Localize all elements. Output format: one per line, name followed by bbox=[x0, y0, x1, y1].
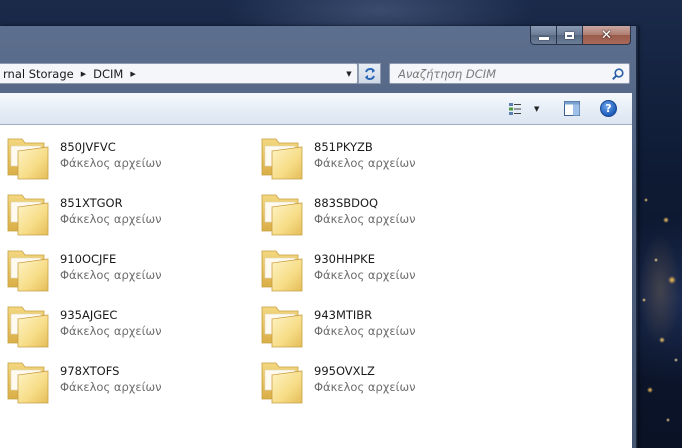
folder-icon bbox=[261, 250, 303, 292]
preview-pane-icon[interactable] bbox=[564, 101, 580, 116]
search-box[interactable] bbox=[389, 63, 630, 84]
folder-icon bbox=[7, 138, 49, 180]
folder-icon bbox=[261, 362, 303, 404]
folder-name: 910OCJFE bbox=[60, 252, 117, 266]
folder-item[interactable]: 935AJGEC Φάκελος αρχείων bbox=[4, 301, 162, 349]
view-dropdown-icon[interactable]: ▼ bbox=[534, 105, 539, 113]
address-history-dropdown-icon[interactable]: ▼ bbox=[341, 64, 357, 83]
folder-type: Φάκελος αρχείων bbox=[60, 212, 162, 226]
minimize-icon bbox=[538, 36, 549, 40]
folder-item[interactable]: 943MTIBR Φάκελος αρχείων bbox=[258, 301, 416, 349]
breadcrumb-separator-icon[interactable]: ▶ bbox=[126, 70, 139, 78]
folder-type: Φάκελος αρχείων bbox=[314, 212, 416, 226]
folder-icon bbox=[7, 250, 49, 292]
folder-item[interactable]: 910OCJFE Φάκελος αρχείων bbox=[4, 245, 162, 293]
desktop-city-lights bbox=[636, 160, 682, 448]
folder-name: 995OVXLZ bbox=[314, 364, 375, 378]
folder-type: Φάκελος αρχείων bbox=[314, 380, 416, 394]
folder-icon bbox=[7, 194, 49, 236]
command-bar: ▼ ? bbox=[0, 93, 632, 125]
folder-icon bbox=[261, 138, 303, 180]
breadcrumb-dcim[interactable]: DCIM bbox=[90, 67, 126, 81]
folder-item[interactable]: 883SBDOQ Φάκελος αρχείων bbox=[258, 189, 416, 237]
help-icon: ? bbox=[605, 102, 612, 115]
folder-type: Φάκελος αρχείων bbox=[314, 156, 416, 170]
close-icon: ✕ bbox=[601, 27, 612, 43]
help-button[interactable]: ? bbox=[600, 100, 617, 117]
folder-item[interactable]: 978XTOFS Φάκελος αρχείων bbox=[4, 357, 162, 405]
breadcrumb-separator-icon[interactable]: ▶ bbox=[77, 70, 90, 78]
close-button[interactable]: ✕ bbox=[583, 26, 631, 45]
folder-type: Φάκελος αρχείων bbox=[314, 268, 416, 282]
minimize-button[interactable] bbox=[530, 26, 557, 45]
file-list: 850JVFVC Φάκελος αρχείων 851PKYZB Φάκελος α… bbox=[0, 125, 632, 448]
search-icon[interactable] bbox=[611, 67, 625, 81]
folder-name: 930HHPKE bbox=[314, 252, 375, 266]
change-view-button[interactable]: ▼ bbox=[508, 100, 548, 118]
folder-item[interactable]: 850JVFVC Φάκελος αρχείων bbox=[4, 133, 162, 181]
folder-name: 883SBDOQ bbox=[314, 196, 379, 210]
window-controls: ✕ bbox=[530, 26, 631, 46]
folder-name: 850JVFVC bbox=[60, 140, 116, 154]
folder-name: 851XTGOR bbox=[60, 196, 123, 210]
folder-icon bbox=[261, 194, 303, 236]
search-input[interactable] bbox=[396, 65, 610, 82]
folder-icon bbox=[7, 306, 49, 348]
folder-item[interactable]: 995OVXLZ Φάκελος αρχείων bbox=[258, 357, 416, 405]
folder-icon bbox=[7, 362, 49, 404]
breadcrumb-internal-storage[interactable]: rnal Storage bbox=[0, 67, 77, 81]
folder-item[interactable]: 930HHPKE Φάκελος αρχείων bbox=[258, 245, 416, 293]
folder-type: Φάκελος αρχείων bbox=[60, 268, 162, 282]
view-details-icon bbox=[509, 103, 521, 115]
refresh-button[interactable] bbox=[358, 63, 381, 84]
folder-name: 943MTIBR bbox=[314, 308, 373, 322]
folder-item[interactable]: 851PKYZB Φάκελος αρχείων bbox=[258, 133, 416, 181]
folder-name: 978XTOFS bbox=[60, 364, 120, 378]
folder-type: Φάκελος αρχείων bbox=[314, 324, 416, 338]
address-bar[interactable]: rnal Storage ▶ DCIM ▶ ▼ bbox=[0, 63, 358, 84]
folder-type: Φάκελος αρχείων bbox=[60, 324, 162, 338]
folder-type: Φάκελος αρχείων bbox=[60, 156, 162, 170]
maximize-button[interactable] bbox=[557, 26, 583, 45]
refresh-icon bbox=[364, 67, 375, 80]
folder-name: 935AJGEC bbox=[60, 308, 118, 322]
folder-name: 851PKYZB bbox=[314, 140, 373, 154]
folder-item[interactable]: 851XTGOR Φάκελος αρχείων bbox=[4, 189, 162, 237]
folder-type: Φάκελος αρχείων bbox=[60, 380, 162, 394]
maximize-icon bbox=[565, 31, 574, 39]
folder-icon bbox=[261, 306, 303, 348]
